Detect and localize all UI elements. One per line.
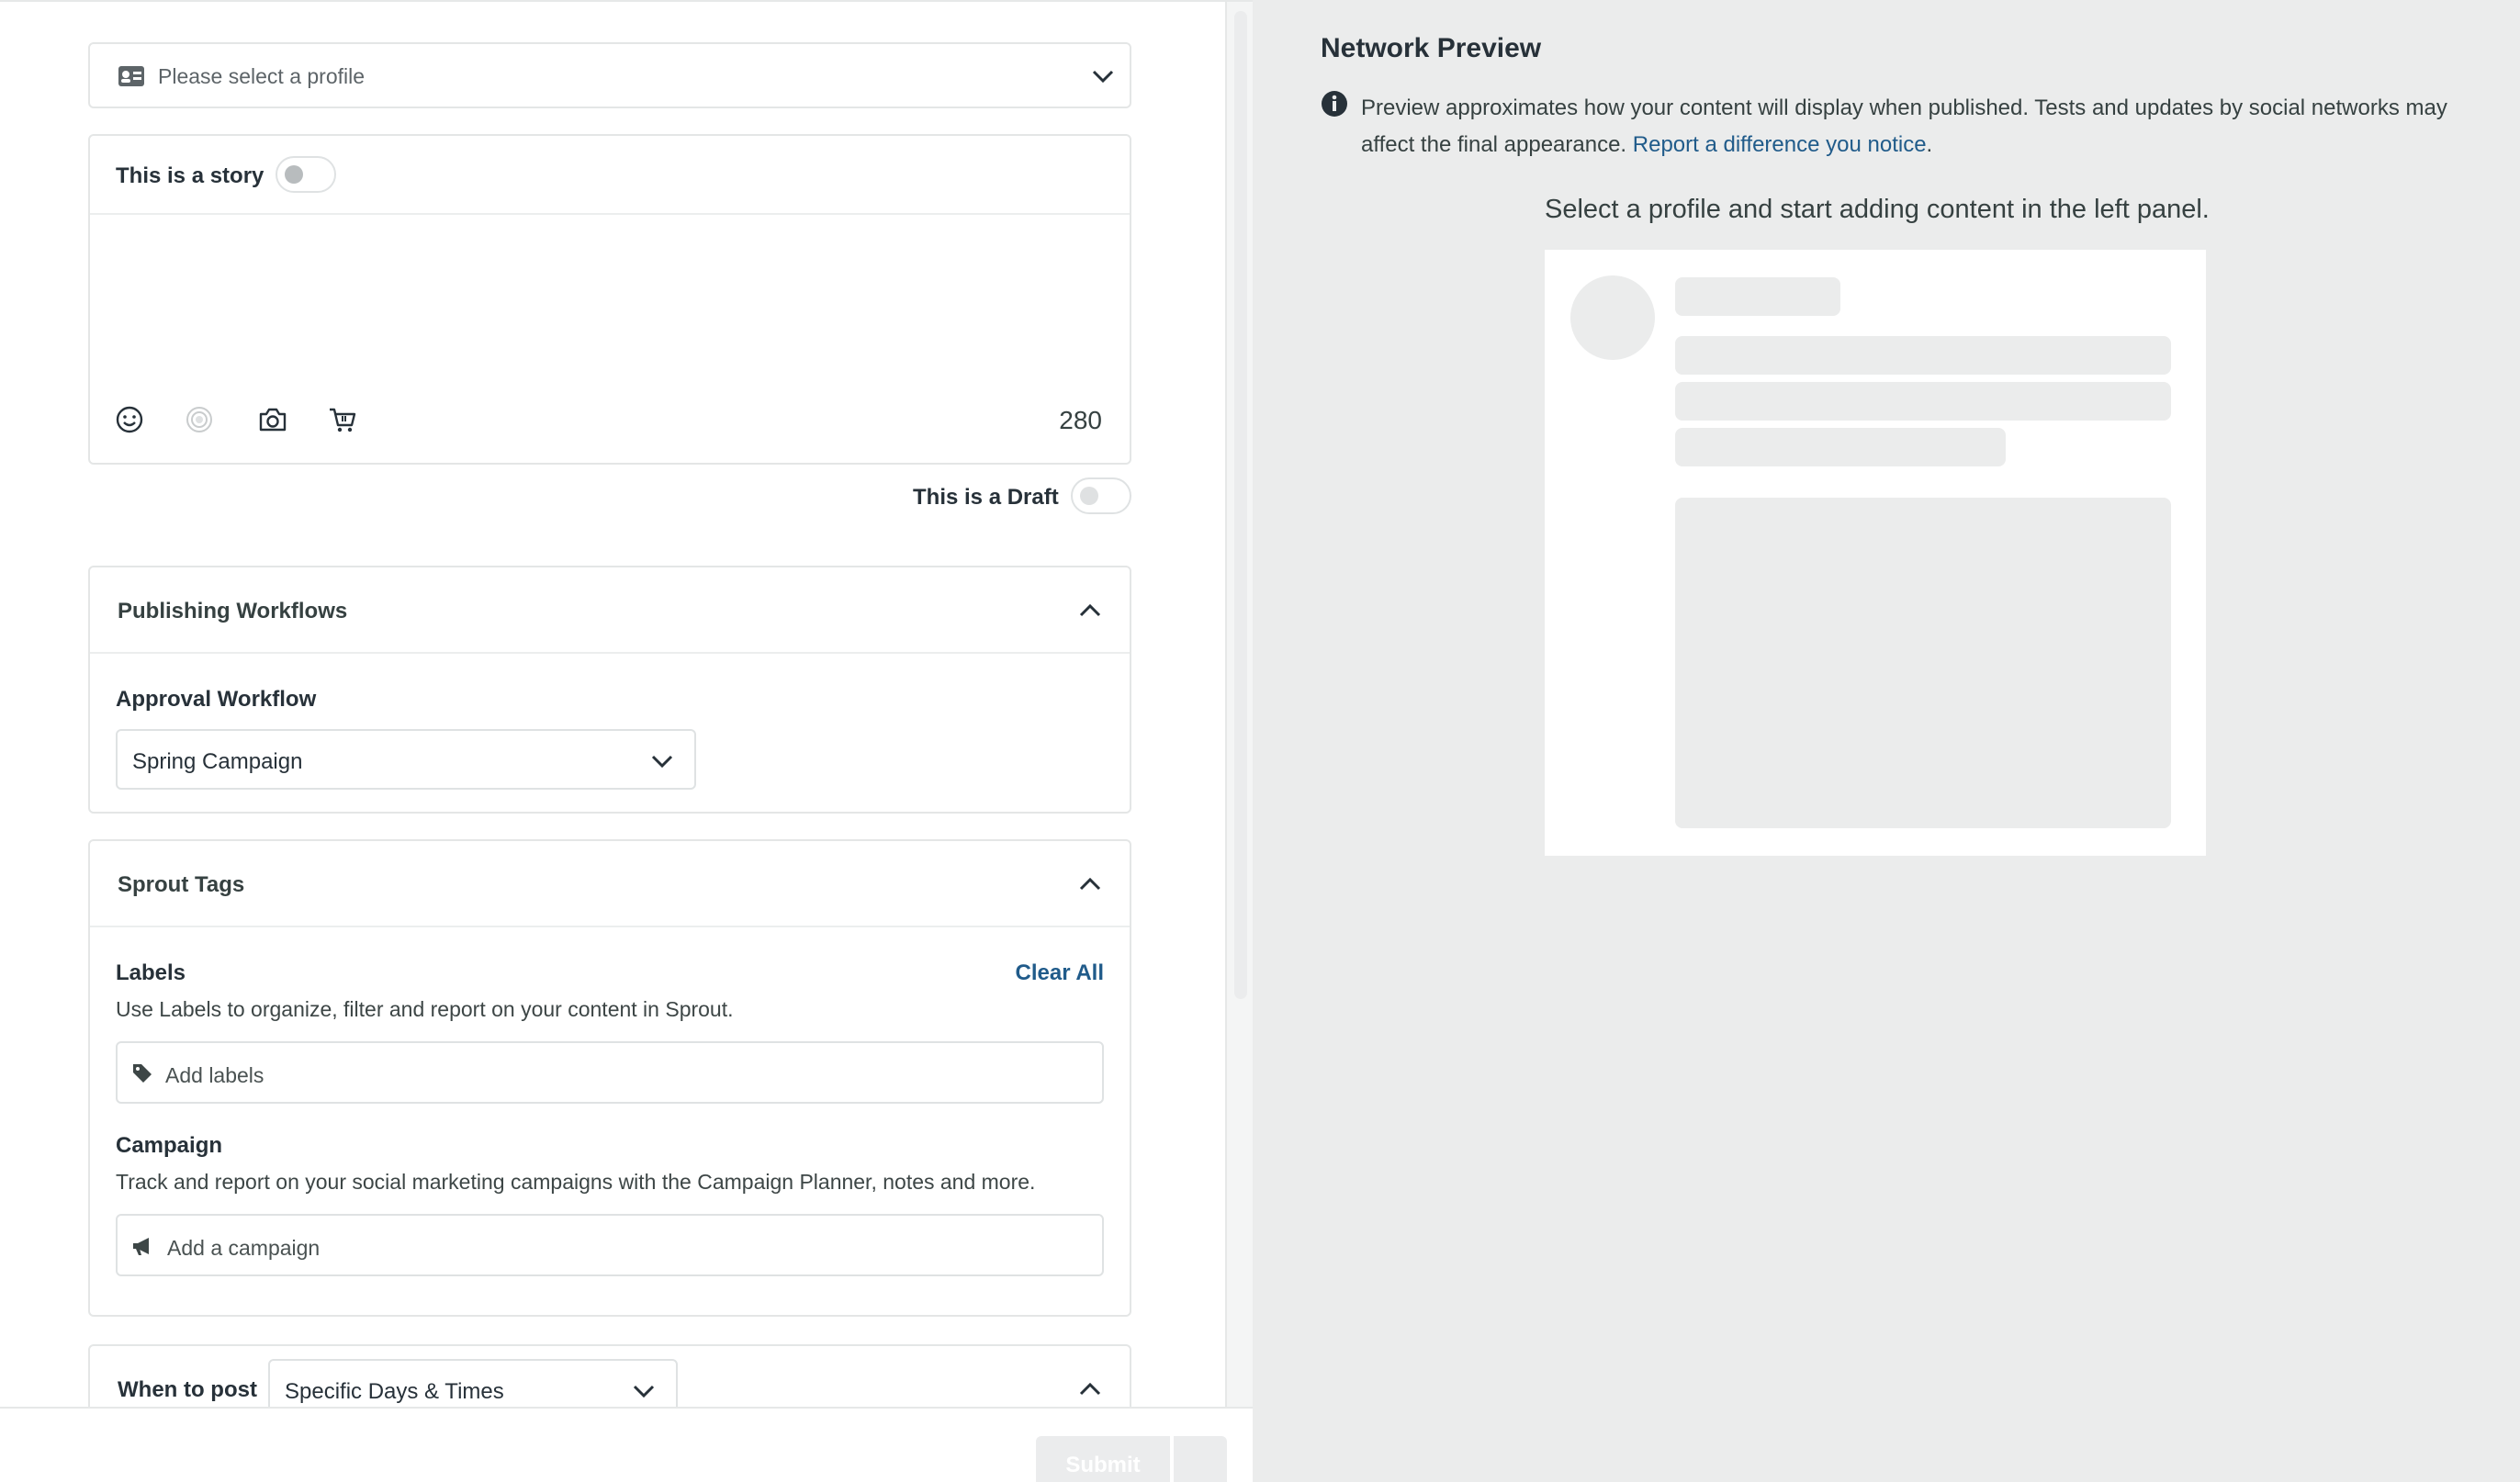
labels-input[interactable]: Add labels — [116, 1041, 1104, 1104]
chevron-down-icon — [648, 747, 676, 775]
toggle-knob — [1080, 487, 1098, 505]
emoji-icon[interactable] — [114, 404, 145, 435]
scrollbar-thumb[interactable] — [1234, 11, 1247, 999]
preview-disclaimer: Preview approximates how your content wi… — [1361, 90, 2463, 163]
toggle-knob — [285, 165, 303, 184]
story-label: This is a story — [116, 163, 264, 188]
scrollbar[interactable] — [1225, 2, 1253, 1482]
when-to-post-label: When to post — [118, 1377, 257, 1402]
submit-options-button[interactable] — [1174, 1436, 1227, 1482]
draft-toggle[interactable] — [1071, 477, 1131, 514]
megaphone-icon — [130, 1234, 154, 1258]
text-line-placeholder — [1675, 336, 2171, 375]
name-placeholder — [1675, 277, 1840, 316]
preview-instruction: Select a profile and start adding conten… — [1545, 195, 2210, 224]
submit-button[interactable]: Submit — [1036, 1436, 1170, 1482]
tags-header[interactable]: Sprout Tags — [90, 841, 1130, 927]
chevron-up-icon[interactable] — [1076, 1375, 1104, 1403]
id-card-icon — [118, 64, 145, 88]
camera-icon[interactable] — [257, 404, 288, 435]
chevron-down-icon — [630, 1377, 658, 1405]
chevron-up-icon[interactable] — [1076, 597, 1104, 624]
cart-icon[interactable] — [327, 404, 358, 435]
avatar-placeholder — [1570, 275, 1655, 360]
post-placeholder-card — [1545, 250, 2206, 856]
report-difference-link[interactable]: Report a difference you notice — [1633, 132, 1927, 157]
campaign-title: Campaign — [116, 1133, 223, 1158]
publishing-workflows-section: Publishing Workflows Approval Workflow S… — [88, 566, 1131, 814]
tag-icon — [130, 1061, 154, 1085]
clear-all-link[interactable]: Clear All — [1016, 960, 1104, 986]
approval-workflow-select[interactable]: Spring Campaign — [116, 729, 696, 790]
chevron-up-icon[interactable] — [1076, 870, 1104, 898]
profile-selector[interactable]: Please select a profile — [88, 42, 1131, 108]
labels-help-text: Use Labels to organize, filter and repor… — [116, 997, 734, 1021]
workflows-header[interactable]: Publishing Workflows — [90, 567, 1130, 654]
profile-placeholder: Please select a profile — [158, 64, 366, 88]
chevron-down-icon — [1089, 62, 1117, 90]
info-icon — [1321, 90, 1348, 118]
selected-value: Spring Campaign — [132, 749, 303, 774]
campaign-placeholder: Add a campaign — [167, 1236, 321, 1260]
labels-title: Labels — [116, 960, 186, 985]
media-placeholder — [1675, 498, 2171, 828]
disclaimer-end: . — [1926, 132, 1933, 157]
story-toggle[interactable] — [276, 156, 336, 193]
story-header: This is a story — [90, 136, 1130, 215]
compose-toolbar: 280 — [90, 378, 1130, 461]
approval-workflow-label: Approval Workflow — [116, 687, 317, 712]
labels-placeholder: Add labels — [165, 1063, 264, 1087]
network-preview-panel: Network Preview Preview approximates how… — [1253, 0, 2520, 1482]
campaign-help-text: Track and report on your social marketin… — [116, 1170, 1036, 1194]
selected-value: Specific Days & Times — [285, 1379, 504, 1404]
compose-footer: Submit — [0, 1407, 1253, 1482]
character-count: 280 — [1059, 406, 1102, 434]
draft-label: This is a Draft — [913, 485, 1059, 510]
sprout-tags-section: Sprout Tags Labels Clear All Use Labels … — [88, 839, 1131, 1317]
compose-box: This is a story 280 — [88, 134, 1131, 465]
text-line-placeholder — [1675, 382, 2171, 421]
section-title: Publishing Workflows — [118, 599, 348, 623]
message-textarea[interactable] — [90, 217, 1130, 373]
section-title: Sprout Tags — [118, 872, 245, 897]
mention-icon[interactable] — [184, 404, 215, 435]
preview-title: Network Preview — [1321, 33, 1542, 63]
compose-panel: Please select a profile This is a story … — [0, 0, 1253, 1482]
text-line-placeholder — [1675, 428, 2006, 466]
campaign-input[interactable]: Add a campaign — [116, 1214, 1104, 1276]
